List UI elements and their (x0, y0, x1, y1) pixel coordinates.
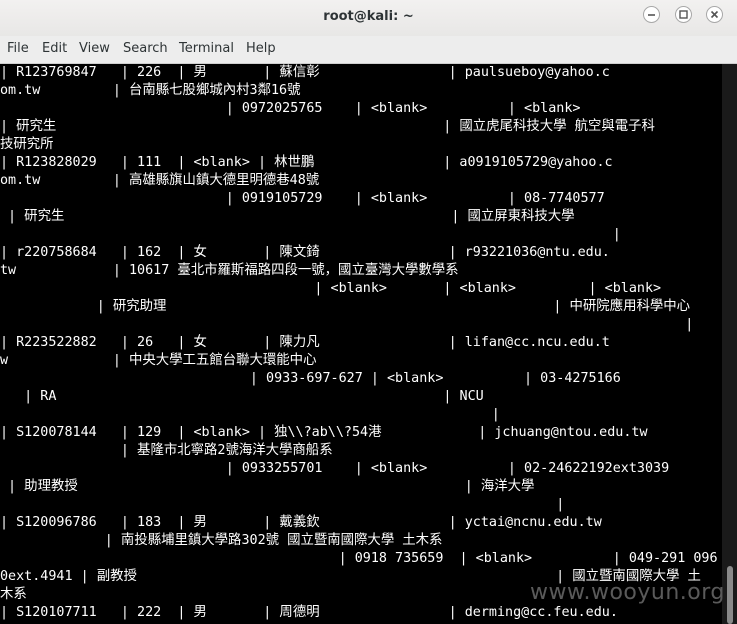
terminal-line: | S120078144 | 129 | <blank> | 独\\?ab\\?… (0, 425, 648, 440)
terminal-line: | RA | NCU (0, 389, 484, 404)
terminal-line: | 研究生 | 國立虎尾科技大學 航空與電子科 (0, 119, 655, 134)
terminal-line: 技研究所 (0, 137, 54, 152)
terminal-line: tw | 10617 臺北市羅斯福路四段一號，國立臺灣大學數學系 (0, 263, 459, 278)
menu-bar: File Edit View Search Terminal Help (0, 36, 737, 64)
terminal-line: | R123828029 | 111 | <blank> | 林世鵬 | a09… (0, 155, 613, 170)
terminal-line: | 基隆市北寧路2號海洋大學商船系 (0, 443, 333, 458)
menu-view[interactable]: View (79, 41, 110, 56)
terminal-line: | R123769847 | 226 | 男 | 蘇信彰 | paulsuebo… (0, 65, 610, 80)
menu-file[interactable]: File (7, 41, 29, 56)
terminal-line: | 研究生 | 國立屏東科技大學 (0, 209, 575, 224)
close-icon (710, 10, 719, 19)
terminal-line: om.tw | 台南縣七股鄉城內村3鄰16號 (0, 83, 301, 98)
terminal-line: | (0, 407, 500, 422)
close-button[interactable] (706, 6, 723, 23)
terminal-line: | 0933255701 | <blank> | 02-24622192ext3… (0, 461, 670, 476)
terminal-line: | r220758684 | 162 | 女 | 陳文錡 | r93221036… (0, 245, 610, 260)
terminal-line: | 0919105729 | <blank> | 08-7740577 (0, 191, 605, 206)
minimize-button[interactable] (643, 6, 660, 23)
terminal-line: | S120107711 | 222 | 男 | 周德明 | derming@c… (0, 605, 618, 620)
terminal-line: | (0, 317, 694, 332)
scrollbar[interactable] (722, 64, 737, 624)
terminal-output[interactable]: | R123769847 | 226 | 男 | 蘇信彰 | paulsuebo… (0, 64, 722, 624)
terminal-line: | 助理教授 | 海洋大學 (0, 479, 535, 494)
minimize-icon (648, 14, 655, 16)
terminal-line: | 0972025765 | <blank> | <blank> (0, 101, 581, 116)
terminal-line: om.tw | 高雄縣旗山鎮大德里明德巷48號 (0, 173, 320, 188)
terminal-line: | 研究助理 | 中研院應用科學中心 (0, 299, 691, 314)
terminal-line: w | 中央大學工五館台聯大環能中心 (0, 353, 317, 368)
terminal-line: | 0933-697-627 | <blank> | 03-4275166 (0, 371, 621, 386)
terminal-line: 木系 (0, 587, 27, 602)
terminal-window: root@kali: ~ File Edit View Search Termi… (0, 0, 737, 624)
scrollbar-thumb[interactable] (727, 566, 733, 624)
menu-help[interactable]: Help (246, 41, 276, 56)
menu-search[interactable]: Search (123, 41, 168, 56)
terminal-line: | R223522882 | 26 | 女 | 陳力凡 | lifan@cc.n… (0, 335, 610, 350)
menu-edit[interactable]: Edit (42, 41, 67, 56)
window-title: root@kali: ~ (323, 9, 414, 24)
title-bar: root@kali: ~ (0, 0, 737, 37)
menu-terminal[interactable]: Terminal (179, 41, 234, 56)
maximize-button[interactable] (675, 6, 692, 23)
terminal-line: | 南投縣埔里鎮大學路302號 國立暨南國際大學 土木系 (0, 533, 443, 548)
watermark: www.wooyun.org (530, 580, 725, 605)
terminal-line: | <blank> | <blank> | <blank> (0, 281, 662, 296)
terminal-line: | (0, 227, 621, 242)
terminal-line: | (0, 497, 565, 512)
terminal-line: | 0918 735659 | <blank> | 049-291 096 (0, 551, 718, 566)
terminal-line: | S120096786 | 183 | 男 | 戴義欽 | yctai@ncn… (0, 515, 602, 530)
maximize-icon (679, 10, 688, 19)
